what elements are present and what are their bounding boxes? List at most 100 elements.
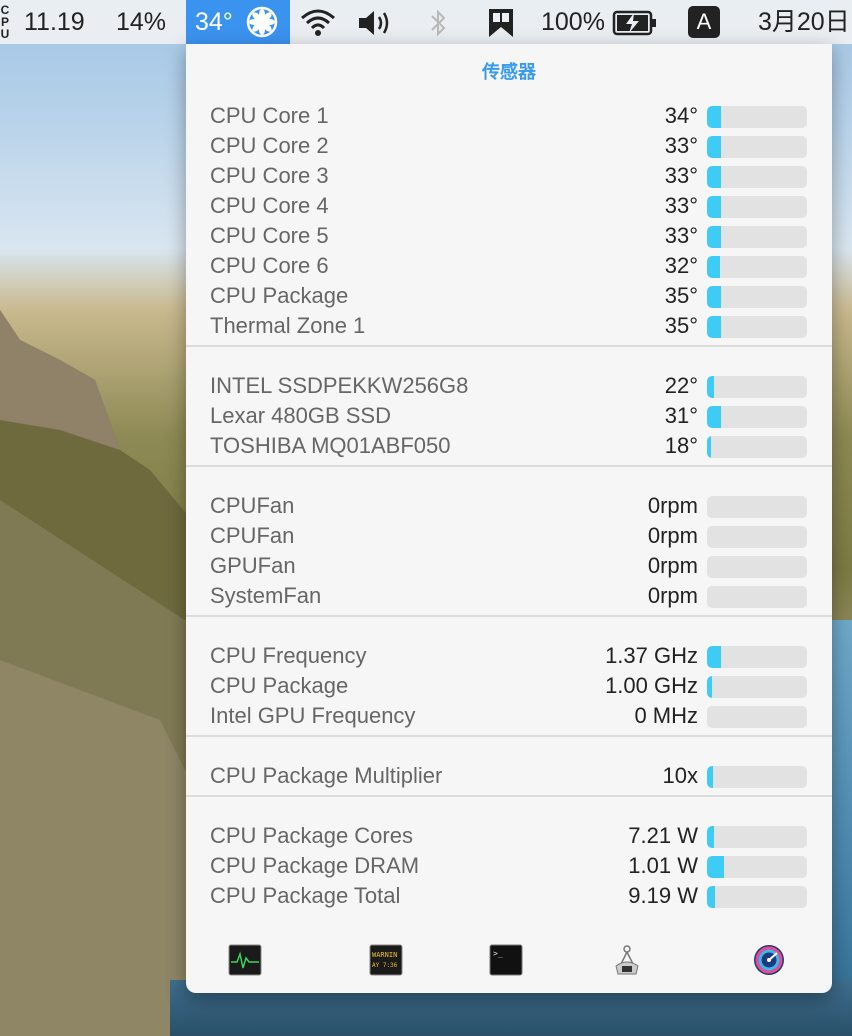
system-information-icon [615,945,639,975]
cpu-tag: CPU [0,3,10,41]
sensor-level-fill [707,376,714,398]
fan-icon [246,6,278,38]
sensor-value: 33° [664,223,698,248]
sensor-label: INTEL SSDPEKKW256G8 [210,373,469,398]
volume-icon[interactable] [357,9,395,37]
sensor-label: CPU Package Cores [210,823,413,848]
sensor-value: 0rpm [647,583,698,608]
sensor-label: CPU Core 1 [210,103,329,128]
sensor-value: 32° [664,253,698,278]
disk-utility-button[interactable] [752,944,786,976]
sensor-level-fill [707,316,721,338]
battery-charging-icon[interactable] [612,9,658,37]
sensor-label: TOSHIBA MQ01ABF050 [210,433,451,458]
disk-utility-icon [754,945,784,975]
sensor-level-bar [707,106,807,128]
bluetooth-icon[interactable] [428,8,448,38]
sensor-level-fill [707,676,712,698]
sensor-label: Intel GPU Frequency [210,703,416,728]
terminal-button[interactable]: >_ [489,944,523,976]
sensor-value: 9.19 W [628,883,698,908]
sensor-row: CPU Frequency 1.37 GHz [186,641,832,671]
terminal-icon: >_ [489,944,523,976]
sensor-value: 0rpm [647,523,698,548]
sensor-row: CPU Core 1 34° [186,101,832,131]
sensor-label: CPU Package DRAM [210,853,420,878]
sensor-level-bar [707,196,807,218]
sensor-menu-extra[interactable]: 34° [186,0,290,44]
activity-monitor-button[interactable] [228,944,262,976]
sensor-row: CPU Package Cores 7.21 W [186,821,832,851]
sensor-row: INTEL SSDPEKKW256G8 22° [186,371,832,401]
sensor-value: 33° [664,133,698,158]
section-divider [186,795,832,797]
section-divider [186,735,832,737]
sensor-level-fill [707,166,721,188]
sensor-label: CPUFan [210,493,295,518]
cpu-load-value[interactable]: 11.19 [24,0,85,44]
sensor-label: Lexar 480GB SSD [210,403,391,428]
sensor-label: CPU Package [210,283,349,308]
sensor-value: 0rpm [647,553,698,578]
console-icon: WARNIN AY 7:36 [369,944,403,976]
sensor-row: CPU Package 35° [186,281,832,311]
sensor-row: CPUFan 0rpm [186,491,832,521]
system-information-button[interactable] [610,944,644,976]
section-divider [186,345,832,347]
sensor-level-fill [707,856,724,878]
battery-percent[interactable]: 100% [541,0,605,44]
sensor-row: CPU Core 5 33° [186,221,832,251]
input-source-icon[interactable]: A [688,6,720,38]
sensor-level-fill [707,826,714,848]
bookmark-app-icon[interactable] [487,7,515,39]
terminal-icon-label: >_ [493,949,503,958]
sensor-level-bar [707,706,807,728]
sensor-row: CPU Package Total 9.19 W [186,881,832,911]
sensor-value: 34° [664,103,698,128]
sensor-row: CPU Core 2 33° [186,131,832,161]
svg-text:AY 7:36: AY 7:36 [372,962,398,969]
sensor-label: CPU Core 4 [210,193,329,218]
sensor-label: CPU Frequency [210,643,367,668]
wifi-icon[interactable] [300,8,336,38]
sensor-row: CPU Core 6 32° [186,251,832,281]
sensor-value: 10x [662,763,698,788]
sensor-level-bar [707,826,807,848]
sensor-row: Intel GPU Frequency 0 MHz [186,701,832,731]
sensor-row: CPU Core 3 33° [186,161,832,191]
sensor-row: CPU Package DRAM 1.01 W [186,851,832,881]
sensors-popup: 传感器 CPU Core 1 34° CPU Core 2 33° CPU Core 3… [186,44,832,993]
sensor-level-fill [707,886,715,908]
sensor-value: 33° [664,163,698,188]
sensor-label: SystemFan [210,583,322,608]
menubar-clock[interactable]: 3月20日 [758,0,850,44]
sensor-label: CPU Core 3 [210,163,329,188]
sensor-level-fill [707,406,721,428]
sensor-label: CPU Core 5 [210,223,329,248]
sensor-label: CPU Package Total [210,883,401,908]
sensor-level-bar [707,586,807,608]
sensor-level-fill [707,226,721,248]
sensor-label: Thermal Zone 1 [210,313,366,338]
sensor-value: 18° [664,433,698,458]
sensor-row: CPUFan 0rpm [186,521,832,551]
sensor-level-bar [707,526,807,548]
cpu-percent-value[interactable]: 14% [116,0,166,44]
sensor-level-bar [707,496,807,518]
sensor-row: TOSHIBA MQ01ABF050 18° [186,431,832,461]
sensor-level-bar [707,406,807,428]
sensor-level-bar [707,676,807,698]
sensor-level-fill [707,646,721,668]
sensor-level-fill [707,436,711,458]
sensor-level-fill [707,196,721,218]
sensor-value: 1.00 GHz [605,673,698,698]
sensor-level-fill [707,136,721,158]
sensor-level-fill [707,106,721,128]
console-button[interactable]: WARNIN AY 7:36 [369,944,403,976]
sensor-row: CPU Core 4 33° [186,191,832,221]
sensor-value: 22° [664,373,698,398]
sensor-row: Thermal Zone 1 35° [186,311,832,341]
sensor-row: CPU Package 1.00 GHz [186,671,832,701]
sensor-level-bar [707,316,807,338]
sensor-label: GPUFan [210,553,296,578]
